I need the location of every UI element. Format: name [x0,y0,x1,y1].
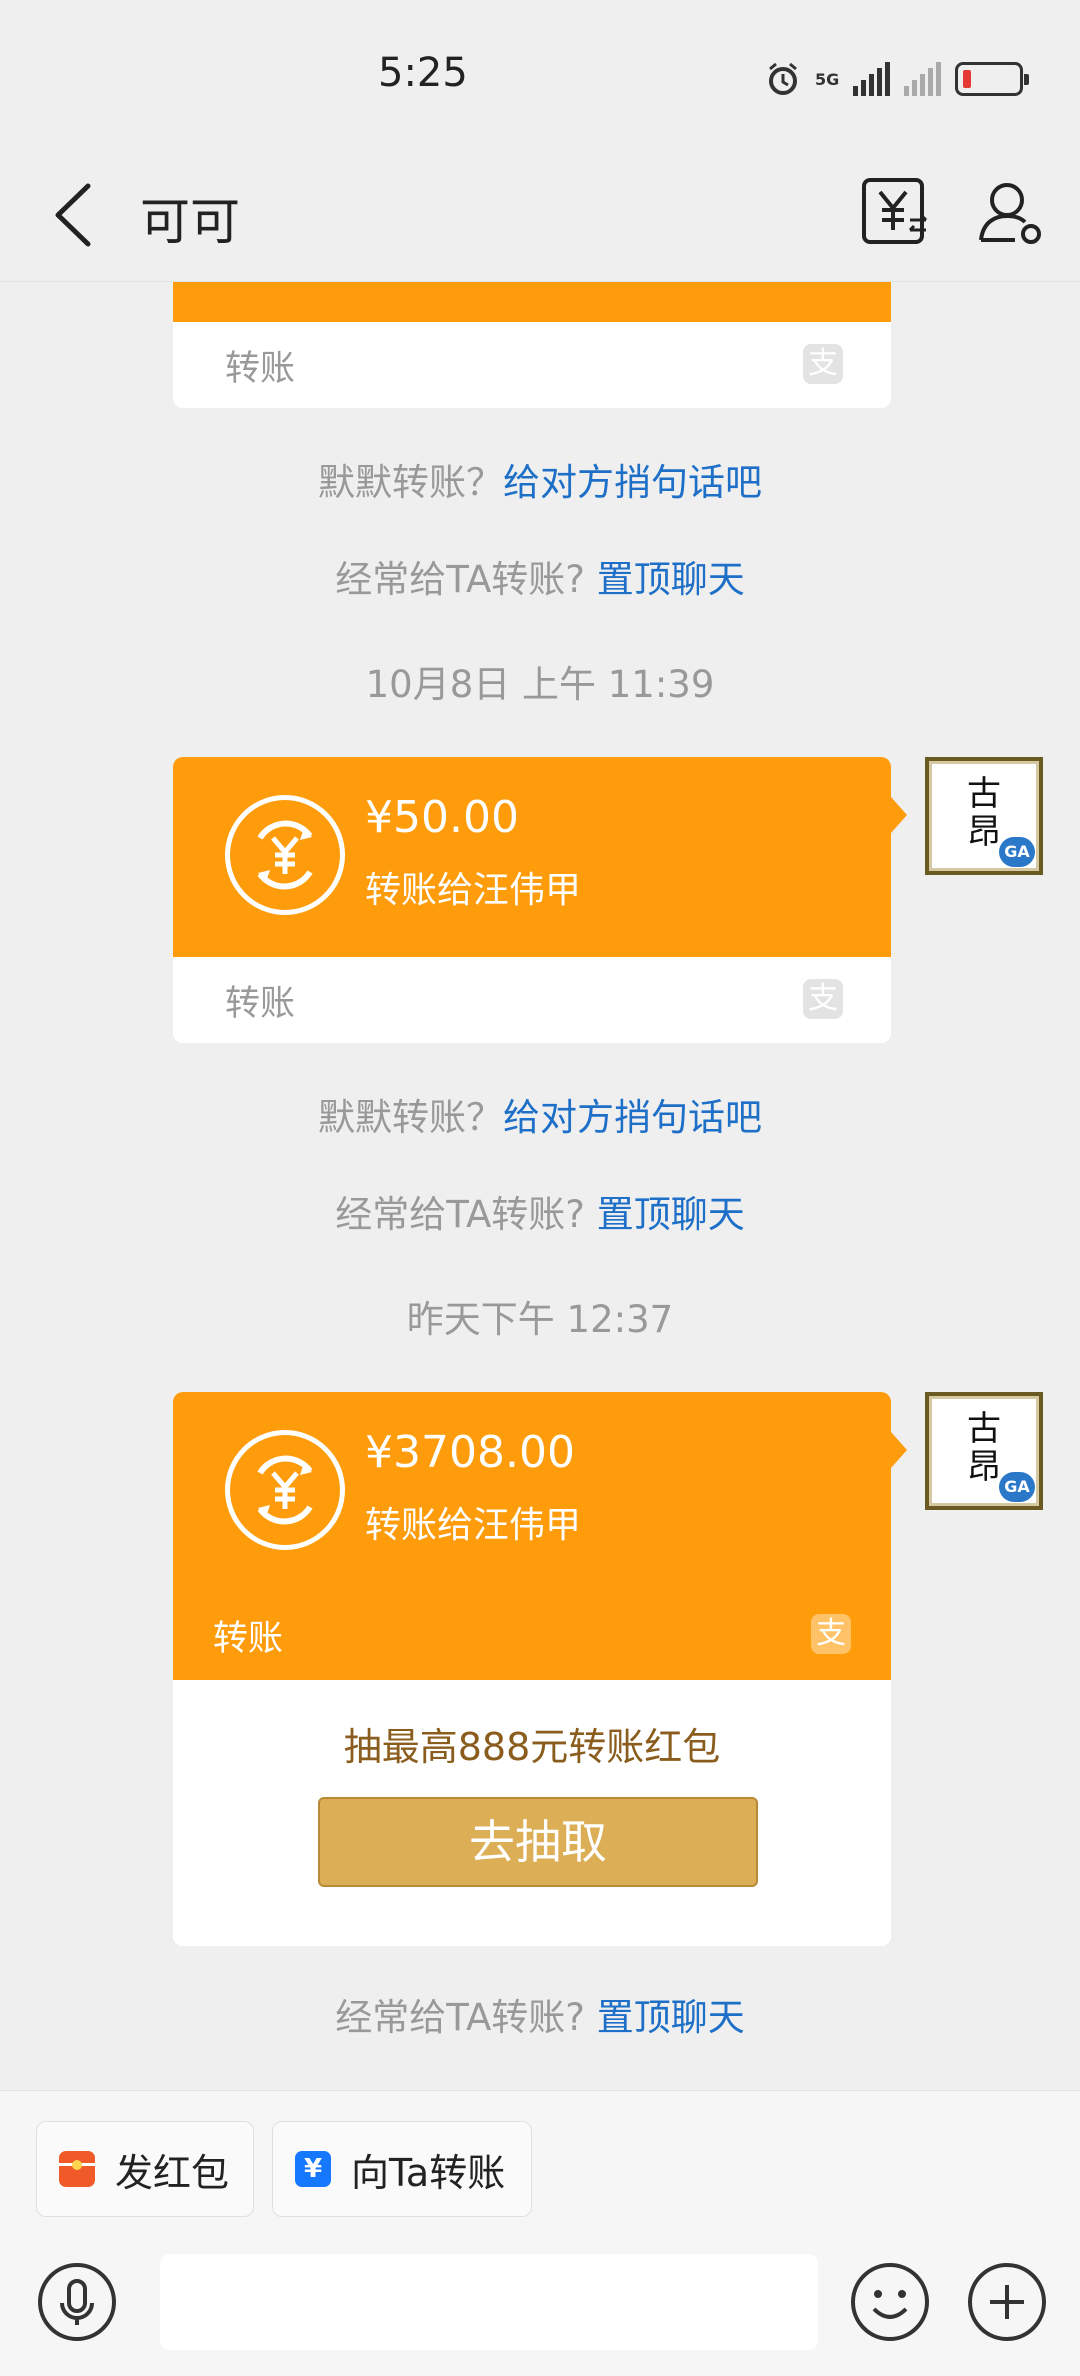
avatar-text: 古昂 [967,774,1001,852]
timestamp: 昨天下午 12:37 [406,1298,674,1341]
leave-message-link[interactable]: 给对方捎句话吧 [503,1096,762,1139]
transfer-coin-icon [225,1430,345,1550]
transfer-card-partial[interactable]: 转账 支 [173,282,891,408]
chat-title: 可可 [140,193,240,251]
emoji-icon[interactable] [849,2261,931,2343]
transfer-yuan-icon: ¥ [295,2151,331,2187]
yuan-transfer-icon[interactable] [860,174,930,250]
avatar[interactable]: 古昂 GA [925,757,1043,875]
avatar-badge: GA [999,1472,1035,1502]
pin-chat-link[interactable]: 置顶聊天 [597,1996,745,2039]
card-footer-label: 转账 [213,1619,284,1659]
alipay-logo-icon: 支 [811,1614,851,1654]
message-input[interactable] [160,2254,818,2350]
battery-icon [955,62,1030,96]
bubble-tail [891,1432,907,1468]
silent-transfer-prompt: 默默转账？给对方捎句话吧 [318,461,762,504]
alipay-logo-icon: 支 [803,344,843,384]
transfer-card-with-promo[interactable]: ¥3708.00 转账给汪伟甲 转账 支 抽最高888元转账红包 去抽取 [173,1392,891,1946]
chat-area[interactable]: 转账 支 默默转账？给对方捎句话吧 经常给TA转账? 置顶聊天 10月8日 上午… [0,282,1080,2090]
transfer-amount: ¥3708.00 [365,1427,575,1478]
red-packet-icon [59,2151,95,2187]
alarm-icon [769,62,797,95]
promo-section: 抽最高888元转账红包 去抽取 [173,1680,891,1946]
transfer-to-ta-button[interactable]: ¥ 向Ta转账 [272,2121,532,2217]
bubble-tail [891,797,907,833]
send-red-packet-button[interactable]: 发红包 [36,2121,254,2217]
transfer-recipient: 转账给汪伟甲 [365,1505,582,1546]
card-footer-label: 转账 [225,349,296,389]
leave-message-link[interactable]: 给对方捎句话吧 [503,461,762,504]
nav-bar: 可可 [0,150,1080,282]
pin-chat-prompt: 经常给TA转账? 置顶聊天 [335,558,745,601]
pin-chat-prompt: 经常给TA转账? 置顶聊天 [335,1193,745,1236]
send-red-packet-label: 发红包 [115,2150,230,2195]
pin-chat-link[interactable]: 置顶聊天 [597,1193,745,1236]
microphone-icon[interactable] [36,2261,118,2343]
avatar-text: 古昂 [967,1409,1001,1487]
timestamp: 10月8日 上午 11:39 [365,663,715,706]
card-footer-label: 转账 [225,984,296,1024]
status-time: 5:25 [378,50,468,96]
avatar[interactable]: 古昂 GA [925,1392,1043,1510]
transfer-recipient: 转账给汪伟甲 [365,870,582,911]
network-type: 5G [815,69,840,89]
plus-icon[interactable] [966,2261,1048,2343]
pin-chat-prompt: 经常给TA转账? 置顶聊天 [335,1996,745,2039]
bottom-bar: 发红包 ¥ 向Ta转账 [0,2090,1080,2376]
user-settings-icon[interactable] [975,178,1045,248]
pin-chat-link[interactable]: 置顶聊天 [597,558,745,601]
promo-text: 抽最高888元转账红包 [343,1725,721,1769]
signal-secondary-icon [904,62,942,96]
status-bar: 5:25 5G [0,0,1080,150]
signal-icon [853,62,891,96]
transfer-to-ta-label: 向Ta转账 [351,2150,506,2195]
draw-red-packet-button[interactable]: 去抽取 [318,1797,758,1887]
silent-transfer-prompt: 默默转账？给对方捎句话吧 [318,1096,762,1139]
avatar-badge: GA [999,837,1035,867]
transfer-coin-icon [225,795,345,915]
transfer-amount: ¥50.00 [365,792,519,843]
chevron-left-icon[interactable] [48,180,108,250]
transfer-card[interactable]: ¥50.00 转账给汪伟甲 转账 支 [173,757,891,1043]
status-icons: 5G [765,58,1030,100]
alipay-logo-icon: 支 [803,979,843,1019]
